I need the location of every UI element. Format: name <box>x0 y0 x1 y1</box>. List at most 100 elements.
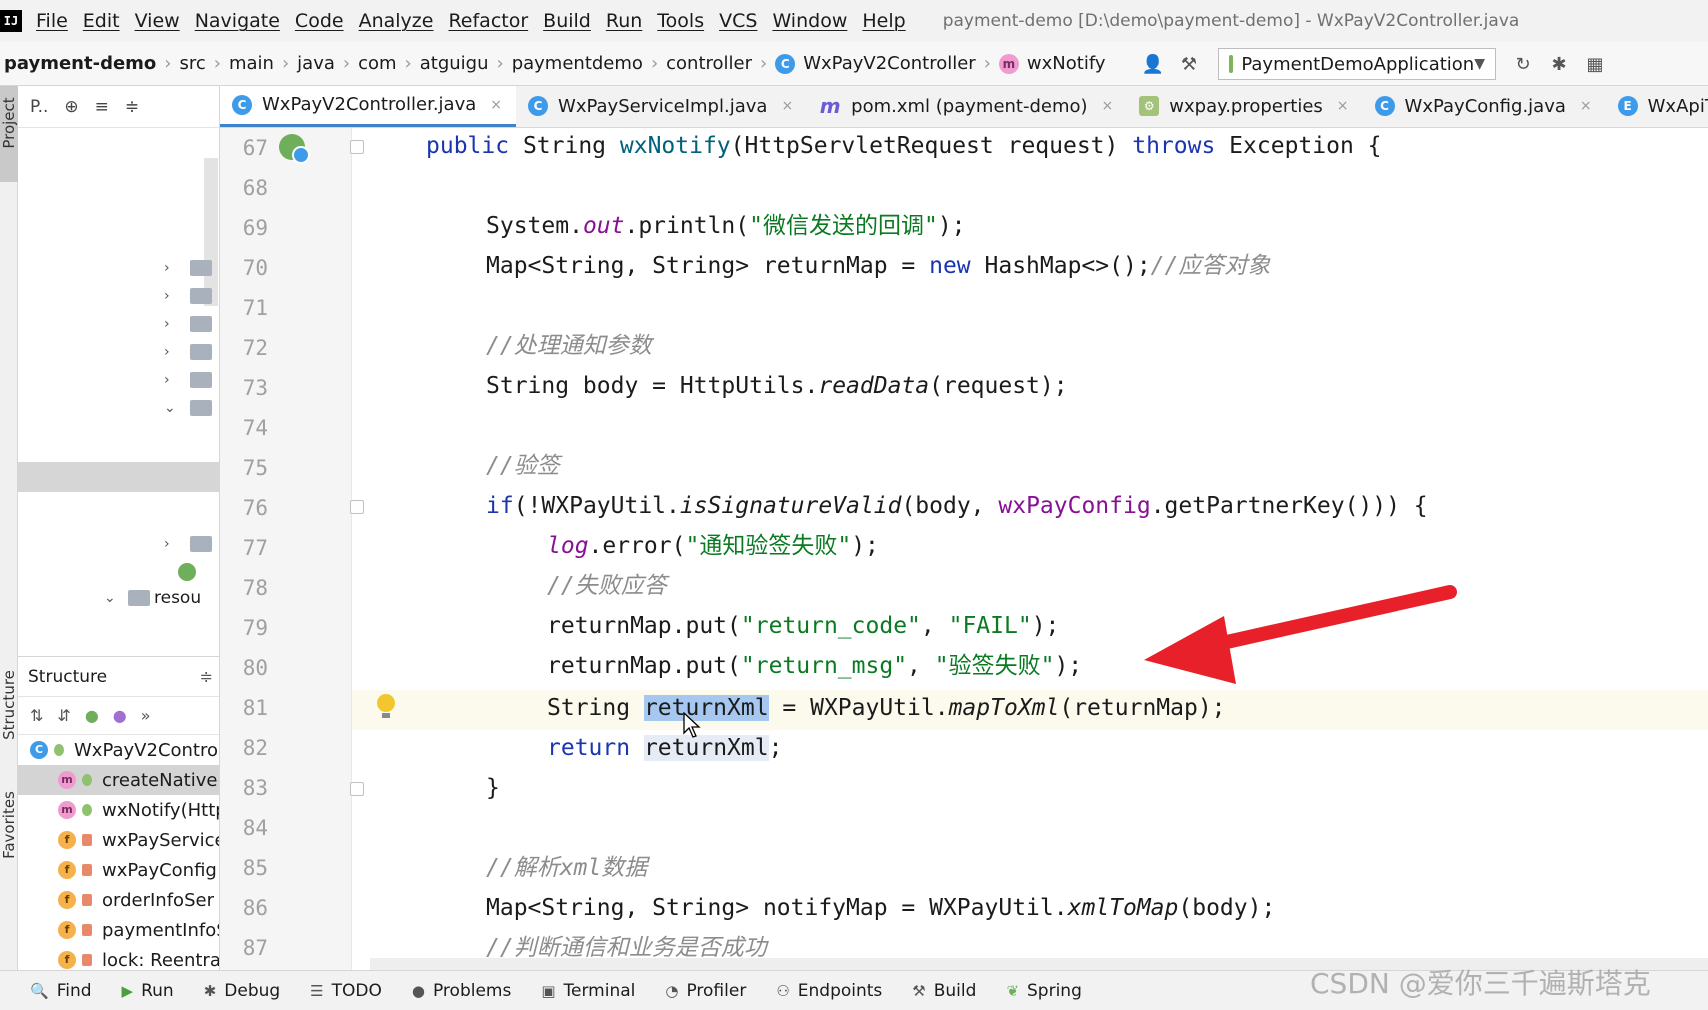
menu-code[interactable]: Code <box>295 10 344 32</box>
options-icon[interactable]: ≑ <box>200 667 213 686</box>
profiler-tool-button[interactable]: ◔ Profiler <box>665 981 746 1001</box>
breadcrumb-separator: › <box>496 53 504 74</box>
structure-header: Structure ≑ <box>18 657 219 697</box>
tree-item[interactable]: › <box>18 310 219 338</box>
fold-marker-icon[interactable] <box>350 500 364 514</box>
spring-tool-button[interactable]: ❦ Spring <box>1006 981 1081 1001</box>
build-hammer-icon[interactable]: ⚒ <box>1176 51 1202 77</box>
expand-all-icon[interactable]: ≡ <box>95 97 109 117</box>
structure-item-method[interactable]: m createNative( <box>18 765 219 795</box>
tab-wxpayconfig[interactable]: C WxPayConfig.java × <box>1363 86 1606 127</box>
code-line-78: //失败应答 <box>547 573 667 599</box>
sort-alpha-icon[interactable]: ⇵ <box>57 706 70 725</box>
breadcrumb-java[interactable]: java <box>297 53 335 74</box>
find-tool-button[interactable]: 🔍 Find <box>30 981 92 1001</box>
tree-item[interactable]: › <box>18 338 219 366</box>
problems-tool-button[interactable]: ● Problems <box>412 981 511 1001</box>
code-line-77: log.error("通知验签失败"); <box>547 533 879 559</box>
breadcrumb-controller[interactable]: controller <box>666 53 752 74</box>
build-tool-button[interactable]: ⚒ Build <box>912 981 976 1001</box>
user-icon[interactable]: 👤 <box>1140 51 1166 77</box>
public-icon <box>82 804 92 816</box>
breadcrumb-src[interactable]: src <box>179 53 205 74</box>
close-icon[interactable]: × <box>1337 98 1349 114</box>
sort-visibility-icon[interactable]: ⇅ <box>30 706 43 725</box>
tree-item[interactable]: › <box>18 254 219 282</box>
menu-window[interactable]: Window <box>772 10 847 32</box>
menu-tools[interactable]: Tools <box>657 10 704 32</box>
tab-wxpay-properties[interactable]: ⚙ wxpay.properties × <box>1127 86 1362 127</box>
tree-item[interactable]: › <box>18 530 219 558</box>
menu-edit[interactable]: Edit <box>83 10 120 32</box>
close-icon[interactable]: × <box>1102 98 1114 114</box>
breadcrumb-method[interactable]: m wxNotify <box>998 53 1106 74</box>
locate-icon[interactable]: ⊕ <box>64 97 78 117</box>
breadcrumb-class[interactable]: C WxPayV2Controller <box>775 53 976 74</box>
project-tool-tab[interactable]: Project <box>0 84 18 162</box>
close-icon[interactable]: × <box>781 98 793 114</box>
rerun-icon[interactable]: ↻ <box>1510 51 1536 77</box>
tree-item[interactable]: ⌄ <box>18 394 219 422</box>
structure-item-method[interactable]: m wxNotify(Http <box>18 795 219 825</box>
show-properties-icon[interactable]: ● <box>113 706 127 725</box>
structure-item-field[interactable]: f orderInfoSer <box>18 885 219 915</box>
menu-analyze[interactable]: Analyze <box>359 10 434 32</box>
structure-item-field[interactable]: f paymentInfoS <box>18 915 219 945</box>
breadcrumb-project[interactable]: payment-demo <box>4 53 156 74</box>
line-number: 69 <box>242 216 268 240</box>
breadcrumb-paymentdemo[interactable]: paymentdemo <box>512 53 643 74</box>
menu-help[interactable]: Help <box>862 10 905 32</box>
line-number: 81 <box>242 696 268 720</box>
folder-icon <box>190 316 212 332</box>
tab-pom-xml[interactable]: m pom.xml (payment-demo) × <box>807 86 1127 127</box>
project-view-select[interactable]: P.. <box>30 97 48 117</box>
structure-item-field[interactable]: f lock: Reentra <box>18 945 219 970</box>
menu-refactor[interactable]: Refactor <box>448 10 528 32</box>
private-lock-icon <box>82 954 92 966</box>
menu-navigate[interactable]: Navigate <box>195 10 280 32</box>
code-line-82: return returnXml; <box>547 735 783 761</box>
terminal-tool-button[interactable]: ▣ Terminal <box>541 981 635 1001</box>
tab-wxapitype[interactable]: E WxApiType.java <box>1606 86 1708 127</box>
tab-wxpayv2controller[interactable]: C WxPayV2Controller.java × <box>220 86 517 127</box>
selected-tree-item[interactable] <box>18 462 219 492</box>
debug-icon[interactable]: ✱ <box>1546 51 1572 77</box>
tree-item[interactable]: › <box>18 366 219 394</box>
private-lock-icon <box>82 924 92 936</box>
tab-wxpayserviceimpl[interactable]: C WxPayServiceImpl.java × <box>516 86 807 127</box>
breadcrumb-com[interactable]: com <box>358 53 396 74</box>
close-icon[interactable]: × <box>490 97 502 113</box>
endpoints-tool-button[interactable]: ⚇ Endpoints <box>776 981 882 1001</box>
line-number: 80 <box>242 656 268 680</box>
show-inherited-icon[interactable]: ● <box>85 706 99 725</box>
tree-item-resources[interactable]: ⌄ resou <box>18 584 219 612</box>
breadcrumb-main[interactable]: main <box>229 53 274 74</box>
debug-tool-button[interactable]: ✱ Debug <box>204 981 280 1001</box>
structure-tool-tab[interactable]: Structure <box>0 666 18 744</box>
collapse-all-icon[interactable]: ≑ <box>125 97 139 117</box>
tree-item[interactable] <box>18 558 219 586</box>
tree-item[interactable]: › <box>18 282 219 310</box>
favorites-tool-tab[interactable]: Favorites <box>0 786 18 864</box>
lightbulb-icon[interactable] <box>377 694 395 718</box>
run-configuration-select[interactable]: PaymentDemoApplication ▼ <box>1218 48 1496 80</box>
fold-marker-icon[interactable] <box>350 140 364 154</box>
structure-item-class[interactable]: C WxPayV2Contro <box>18 735 219 765</box>
coverage-icon[interactable]: ▦ <box>1582 51 1608 77</box>
menu-view[interactable]: View <box>135 10 180 32</box>
todo-tool-button[interactable]: ☰ TODO <box>310 981 382 1001</box>
editor-tabs: C WxPayV2Controller.java × C WxPayServic… <box>220 86 1708 128</box>
breadcrumb-atguigu[interactable]: atguigu <box>420 53 489 74</box>
menu-file[interactable]: File <box>36 10 68 32</box>
fold-marker-icon[interactable] <box>350 782 364 796</box>
tool-label: Terminal <box>563 980 636 1001</box>
request-mapping-gutter-icon[interactable] <box>279 134 310 164</box>
close-icon[interactable]: × <box>1580 98 1592 114</box>
structure-item-field[interactable]: f wxPayService <box>18 825 219 855</box>
more-icon[interactable]: » <box>141 706 151 725</box>
menu-run[interactable]: Run <box>606 10 642 32</box>
menu-vcs[interactable]: VCS <box>719 10 757 32</box>
structure-item-field[interactable]: f wxPayConfig: <box>18 855 219 885</box>
run-tool-button[interactable]: ▶ Run <box>122 981 174 1001</box>
menu-build[interactable]: Build <box>543 10 591 32</box>
